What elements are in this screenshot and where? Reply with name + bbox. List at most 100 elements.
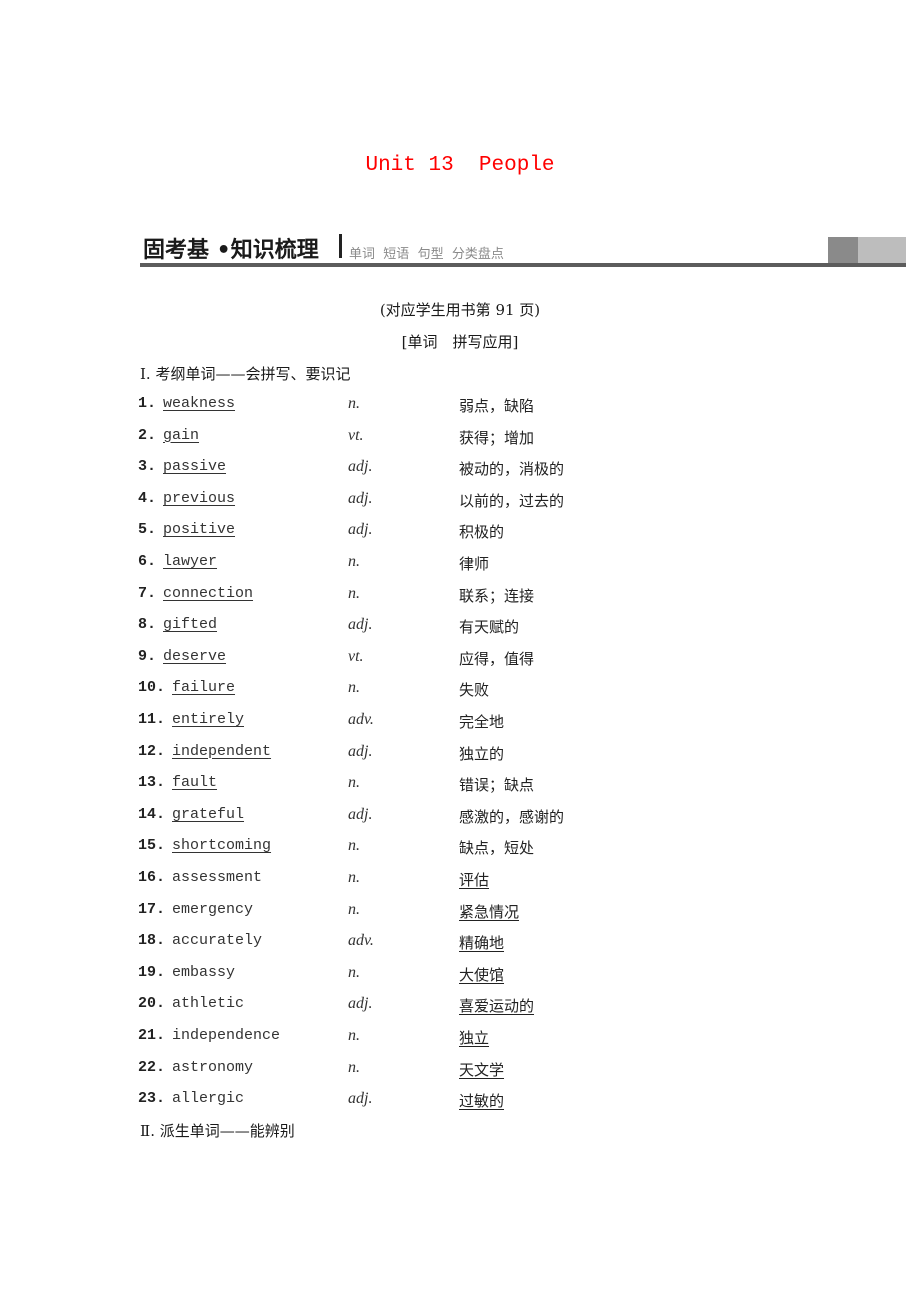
item-meaning: 失败 [459,681,490,700]
item-number: 16. [138,869,166,886]
item-meaning: 获得；增加 [459,428,535,447]
item-meaning: 紧急情况 [459,902,520,921]
item-part-of-speech: n. [348,900,360,918]
section-header: 固考基 •知识梳理 单词 短语 句型 分类盘点 [140,232,906,268]
item-part-of-speech: n. [348,395,360,412]
item-number: 1. [138,395,157,412]
item-number: 2. [138,426,157,444]
item-word: entirely [172,711,245,728]
item-word: fault [172,774,218,792]
item-word: athletic [172,995,245,1013]
item-part-of-speech: adj. [348,521,373,539]
list-item: 3. passive adj. 被动的，消极的 [138,458,738,480]
list-item: 7. connection n. 联系；连接 [138,585,738,607]
item-word: accurately [172,932,263,950]
list-item: 2. gain vt. 获得；增加 [138,427,738,449]
item-number: 18. [138,932,166,950]
item-number: 19. [138,963,166,981]
item-number: 9. [138,647,157,665]
item-meaning: 感激的，感谢的 [459,807,565,826]
list-item: 10. failure n. 失败 [138,679,738,701]
item-word: previous [163,489,236,507]
list-item: 11. entirely adv. 完全地 [138,711,738,733]
tag: 句型 [417,247,444,262]
section-header-tags: 单词 短语 句型 分类盘点 [349,243,504,262]
list-item: 6. lawyer n. 律师 [138,553,738,575]
item-part-of-speech: adj. [348,805,373,823]
item-part-of-speech: n. [348,774,360,792]
header-decor-block-light [858,237,906,264]
item-meaning: 错误；缺点 [459,776,535,795]
item-part-of-speech: adj. [348,616,373,634]
item-part-of-speech: n. [348,553,360,570]
tag: 分类盘点 [451,247,504,262]
header-underline-bar [140,263,906,267]
item-word: allergic [172,1090,245,1108]
item-meaning: 有天赋的 [459,618,520,637]
header-decor-block-dark [828,237,858,264]
item-number: 21. [138,1027,166,1044]
item-number: 13. [138,774,166,792]
item-number: 11. [138,711,166,728]
item-meaning: 大使馆 [459,965,505,984]
tag: 短语 [383,247,410,262]
item-part-of-speech: vt. [348,426,364,444]
unit-topic: People [478,154,555,177]
item-word: astronomy [172,1058,254,1076]
tag: 单词 [349,247,376,262]
list-item: 5. positive adj. 积极的 [138,521,738,543]
item-number: 12. [138,742,166,760]
item-meaning: 独立 [459,1029,490,1047]
item-part-of-speech: adv. [348,711,374,728]
item-word: embassy [172,963,236,981]
item-number: 22. [138,1058,166,1076]
item-meaning: 缺点，短处 [459,839,535,858]
list-item: 23. allergic adj. 过敏的 [138,1090,738,1112]
item-word: passive [163,458,227,476]
subsection-title: [单词 拼写应用] [401,333,519,351]
item-word: independent [172,742,272,760]
list-item: 21. independence n. 独立 [138,1027,738,1049]
item-part-of-speech: n. [348,1058,360,1076]
item-number: 20. [138,995,166,1013]
item-number: 8. [138,616,157,634]
part2-heading: Ⅱ. 派生单词——能辨别 [140,1122,295,1140]
item-meaning: 律师 [459,555,490,573]
item-number: 6. [138,553,157,570]
list-item: 14. grateful adj. 感激的，感谢的 [138,806,738,828]
item-meaning: 以前的，过去的 [459,491,565,510]
part1-heading: Ⅰ. 考纲单词——会拼写、要识记 [140,365,351,383]
item-meaning: 喜爱运动的 [459,997,535,1016]
item-number: 14. [138,805,166,823]
item-word: positive [163,521,236,539]
item-number: 4. [138,489,157,507]
list-item: 12. independent adj. 独立的 [138,743,738,765]
item-meaning: 独立的 [459,744,505,763]
item-meaning: 积极的 [459,523,505,542]
item-number: 23. [138,1090,166,1108]
item-part-of-speech: n. [348,869,360,886]
item-part-of-speech: adv. [348,932,374,950]
list-item: 18. accurately adv. 精确地 [138,932,738,954]
list-item: 17. emergency n. 紧急情况 [138,901,738,923]
item-number: 7. [138,584,157,602]
item-part-of-speech: adj. [348,458,373,476]
item-part-of-speech: n. [348,837,360,855]
item-number: 17. [138,900,166,918]
item-part-of-speech: adj. [348,1090,373,1108]
item-meaning: 完全地 [459,713,505,731]
list-item: 8. gifted adj. 有天赋的 [138,616,738,638]
item-word: connection [163,584,254,602]
item-word: deserve [163,647,227,665]
item-word: emergency [172,900,254,918]
item-meaning: 评估 [459,871,490,889]
list-item: 20. athletic adj. 喜爱运动的 [138,995,738,1017]
list-item: 15. shortcoming n. 缺点，短处 [138,837,738,859]
item-word: grateful [172,805,245,823]
item-part-of-speech: vt. [348,647,364,665]
item-meaning: 被动的，消极的 [459,460,565,479]
list-item: 16. assessment n. 评估 [138,869,738,891]
list-item: 19. embassy n. 大使馆 [138,964,738,986]
unit-title: Unit 13 People [0,154,920,177]
list-item: 22. astronomy n. 天文学 [138,1059,738,1081]
